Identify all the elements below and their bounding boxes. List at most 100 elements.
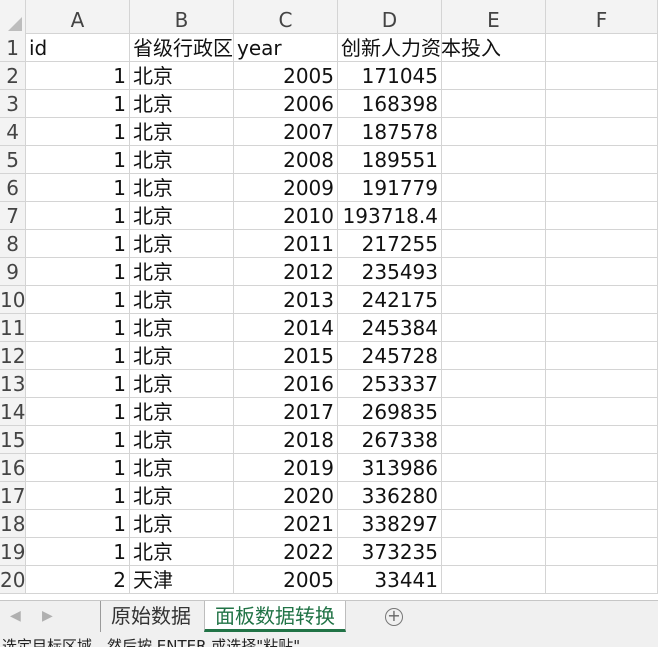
cell-id[interactable]: 1 xyxy=(26,258,130,286)
cell-year[interactable]: 2019 xyxy=(234,454,338,482)
row-number[interactable]: 10 xyxy=(0,286,26,314)
cell-year[interactable]: 2010 xyxy=(234,202,338,230)
cell-year[interactable]: 2016 xyxy=(234,370,338,398)
cell-year[interactable]: 2007 xyxy=(234,118,338,146)
cell-year[interactable]: 2013 xyxy=(234,286,338,314)
cell-value[interactable]: 269835 xyxy=(338,398,442,426)
cell-value[interactable]: 171045 xyxy=(338,62,442,90)
cell-empty[interactable] xyxy=(442,426,546,454)
column-header-e[interactable]: E xyxy=(442,0,546,34)
cell-empty[interactable] xyxy=(546,566,658,594)
cell-id[interactable]: 1 xyxy=(26,454,130,482)
cell-id[interactable]: 1 xyxy=(26,314,130,342)
cell-region[interactable]: 北京 xyxy=(130,230,234,258)
cell-value[interactable]: 313986 xyxy=(338,454,442,482)
cell-id[interactable]: 1 xyxy=(26,62,130,90)
cell-value[interactable]: 267338 xyxy=(338,426,442,454)
row-number[interactable]: 5 xyxy=(0,146,26,174)
cell-empty[interactable] xyxy=(546,482,658,510)
cell-id[interactable]: 1 xyxy=(26,398,130,426)
sheet-tab-panel-data-conversion[interactable]: 面板数据转换 xyxy=(204,601,346,632)
cell-id[interactable]: 1 xyxy=(26,538,130,566)
cell-empty[interactable] xyxy=(546,230,658,258)
cell-empty[interactable] xyxy=(442,566,546,594)
cell-region[interactable]: 北京 xyxy=(130,370,234,398)
cell-empty[interactable] xyxy=(442,482,546,510)
cell-empty[interactable] xyxy=(546,118,658,146)
row-number[interactable]: 8 xyxy=(0,230,26,258)
row-number[interactable]: 12 xyxy=(0,342,26,370)
cell-empty[interactable] xyxy=(546,510,658,538)
cell-region[interactable]: 北京 xyxy=(130,146,234,174)
cell-id[interactable]: 2 xyxy=(26,566,130,594)
cell-year[interactable]: 2005 xyxy=(234,566,338,594)
cell-year[interactable]: 2011 xyxy=(234,230,338,258)
cell-empty[interactable] xyxy=(546,370,658,398)
cell-empty[interactable] xyxy=(442,314,546,342)
cell-value[interactable]: 245384 xyxy=(338,314,442,342)
cell-year[interactable]: 2017 xyxy=(234,398,338,426)
cell-empty[interactable] xyxy=(546,146,658,174)
cell-id[interactable]: 1 xyxy=(26,342,130,370)
cell-id[interactable]: 1 xyxy=(26,482,130,510)
cell-year[interactable]: 2022 xyxy=(234,538,338,566)
cell-value[interactable]: 33441 xyxy=(338,566,442,594)
row-number[interactable]: 1 xyxy=(0,34,26,62)
cell-empty[interactable] xyxy=(442,230,546,258)
cell-empty[interactable] xyxy=(442,258,546,286)
cell-value[interactable]: 245728 xyxy=(338,342,442,370)
header-cell-a[interactable]: id xyxy=(26,34,130,62)
cell-year[interactable]: 2014 xyxy=(234,314,338,342)
cell-year[interactable]: 2005 xyxy=(234,62,338,90)
cell-year[interactable]: 2021 xyxy=(234,510,338,538)
cell-year[interactable]: 2020 xyxy=(234,482,338,510)
cell-region[interactable]: 北京 xyxy=(130,398,234,426)
cell-empty[interactable] xyxy=(442,398,546,426)
row-number[interactable]: 16 xyxy=(0,454,26,482)
cell-empty[interactable] xyxy=(546,174,658,202)
header-cell-b[interactable]: 省级行政区 xyxy=(130,34,234,62)
row-number[interactable]: 15 xyxy=(0,426,26,454)
row-number[interactable]: 2 xyxy=(0,62,26,90)
column-header-c[interactable]: C xyxy=(234,0,338,34)
cell-empty[interactable] xyxy=(546,538,658,566)
cell-empty[interactable] xyxy=(546,426,658,454)
cell-value[interactable]: 336280 xyxy=(338,482,442,510)
cell-value[interactable]: 338297 xyxy=(338,510,442,538)
cell-empty[interactable] xyxy=(546,62,658,90)
cell-region[interactable]: 北京 xyxy=(130,258,234,286)
cell-id[interactable]: 1 xyxy=(26,118,130,146)
row-number[interactable]: 17 xyxy=(0,482,26,510)
prev-sheet-icon[interactable]: ◀ xyxy=(10,601,21,632)
cell-empty[interactable] xyxy=(546,90,658,118)
cell-empty[interactable] xyxy=(442,202,546,230)
cell-empty[interactable] xyxy=(546,286,658,314)
cell-empty[interactable] xyxy=(442,286,546,314)
cell-id[interactable]: 1 xyxy=(26,202,130,230)
cell-id[interactable]: 1 xyxy=(26,286,130,314)
cell-region[interactable]: 北京 xyxy=(130,174,234,202)
cell-empty[interactable] xyxy=(442,454,546,482)
cell-empty[interactable] xyxy=(546,202,658,230)
row-number[interactable]: 3 xyxy=(0,90,26,118)
cell-value[interactable]: 217255 xyxy=(338,230,442,258)
cell-region[interactable]: 北京 xyxy=(130,202,234,230)
cell-value[interactable]: 191779 xyxy=(338,174,442,202)
cell-empty[interactable] xyxy=(546,398,658,426)
cell-value[interactable]: 189551 xyxy=(338,146,442,174)
cell-value[interactable]: 193718.4 xyxy=(338,202,442,230)
cell-year[interactable]: 2008 xyxy=(234,146,338,174)
cell-year[interactable]: 2009 xyxy=(234,174,338,202)
cell-empty[interactable] xyxy=(442,342,546,370)
cell-region[interactable]: 北京 xyxy=(130,118,234,146)
cell-empty[interactable] xyxy=(546,454,658,482)
row-number[interactable]: 14 xyxy=(0,398,26,426)
row-number[interactable]: 11 xyxy=(0,314,26,342)
cell-id[interactable]: 1 xyxy=(26,426,130,454)
cell-value[interactable]: 168398 xyxy=(338,90,442,118)
cell-id[interactable]: 1 xyxy=(26,90,130,118)
cell-id[interactable]: 1 xyxy=(26,370,130,398)
row-number[interactable]: 6 xyxy=(0,174,26,202)
cell-id[interactable]: 1 xyxy=(26,230,130,258)
row-number[interactable]: 7 xyxy=(0,202,26,230)
